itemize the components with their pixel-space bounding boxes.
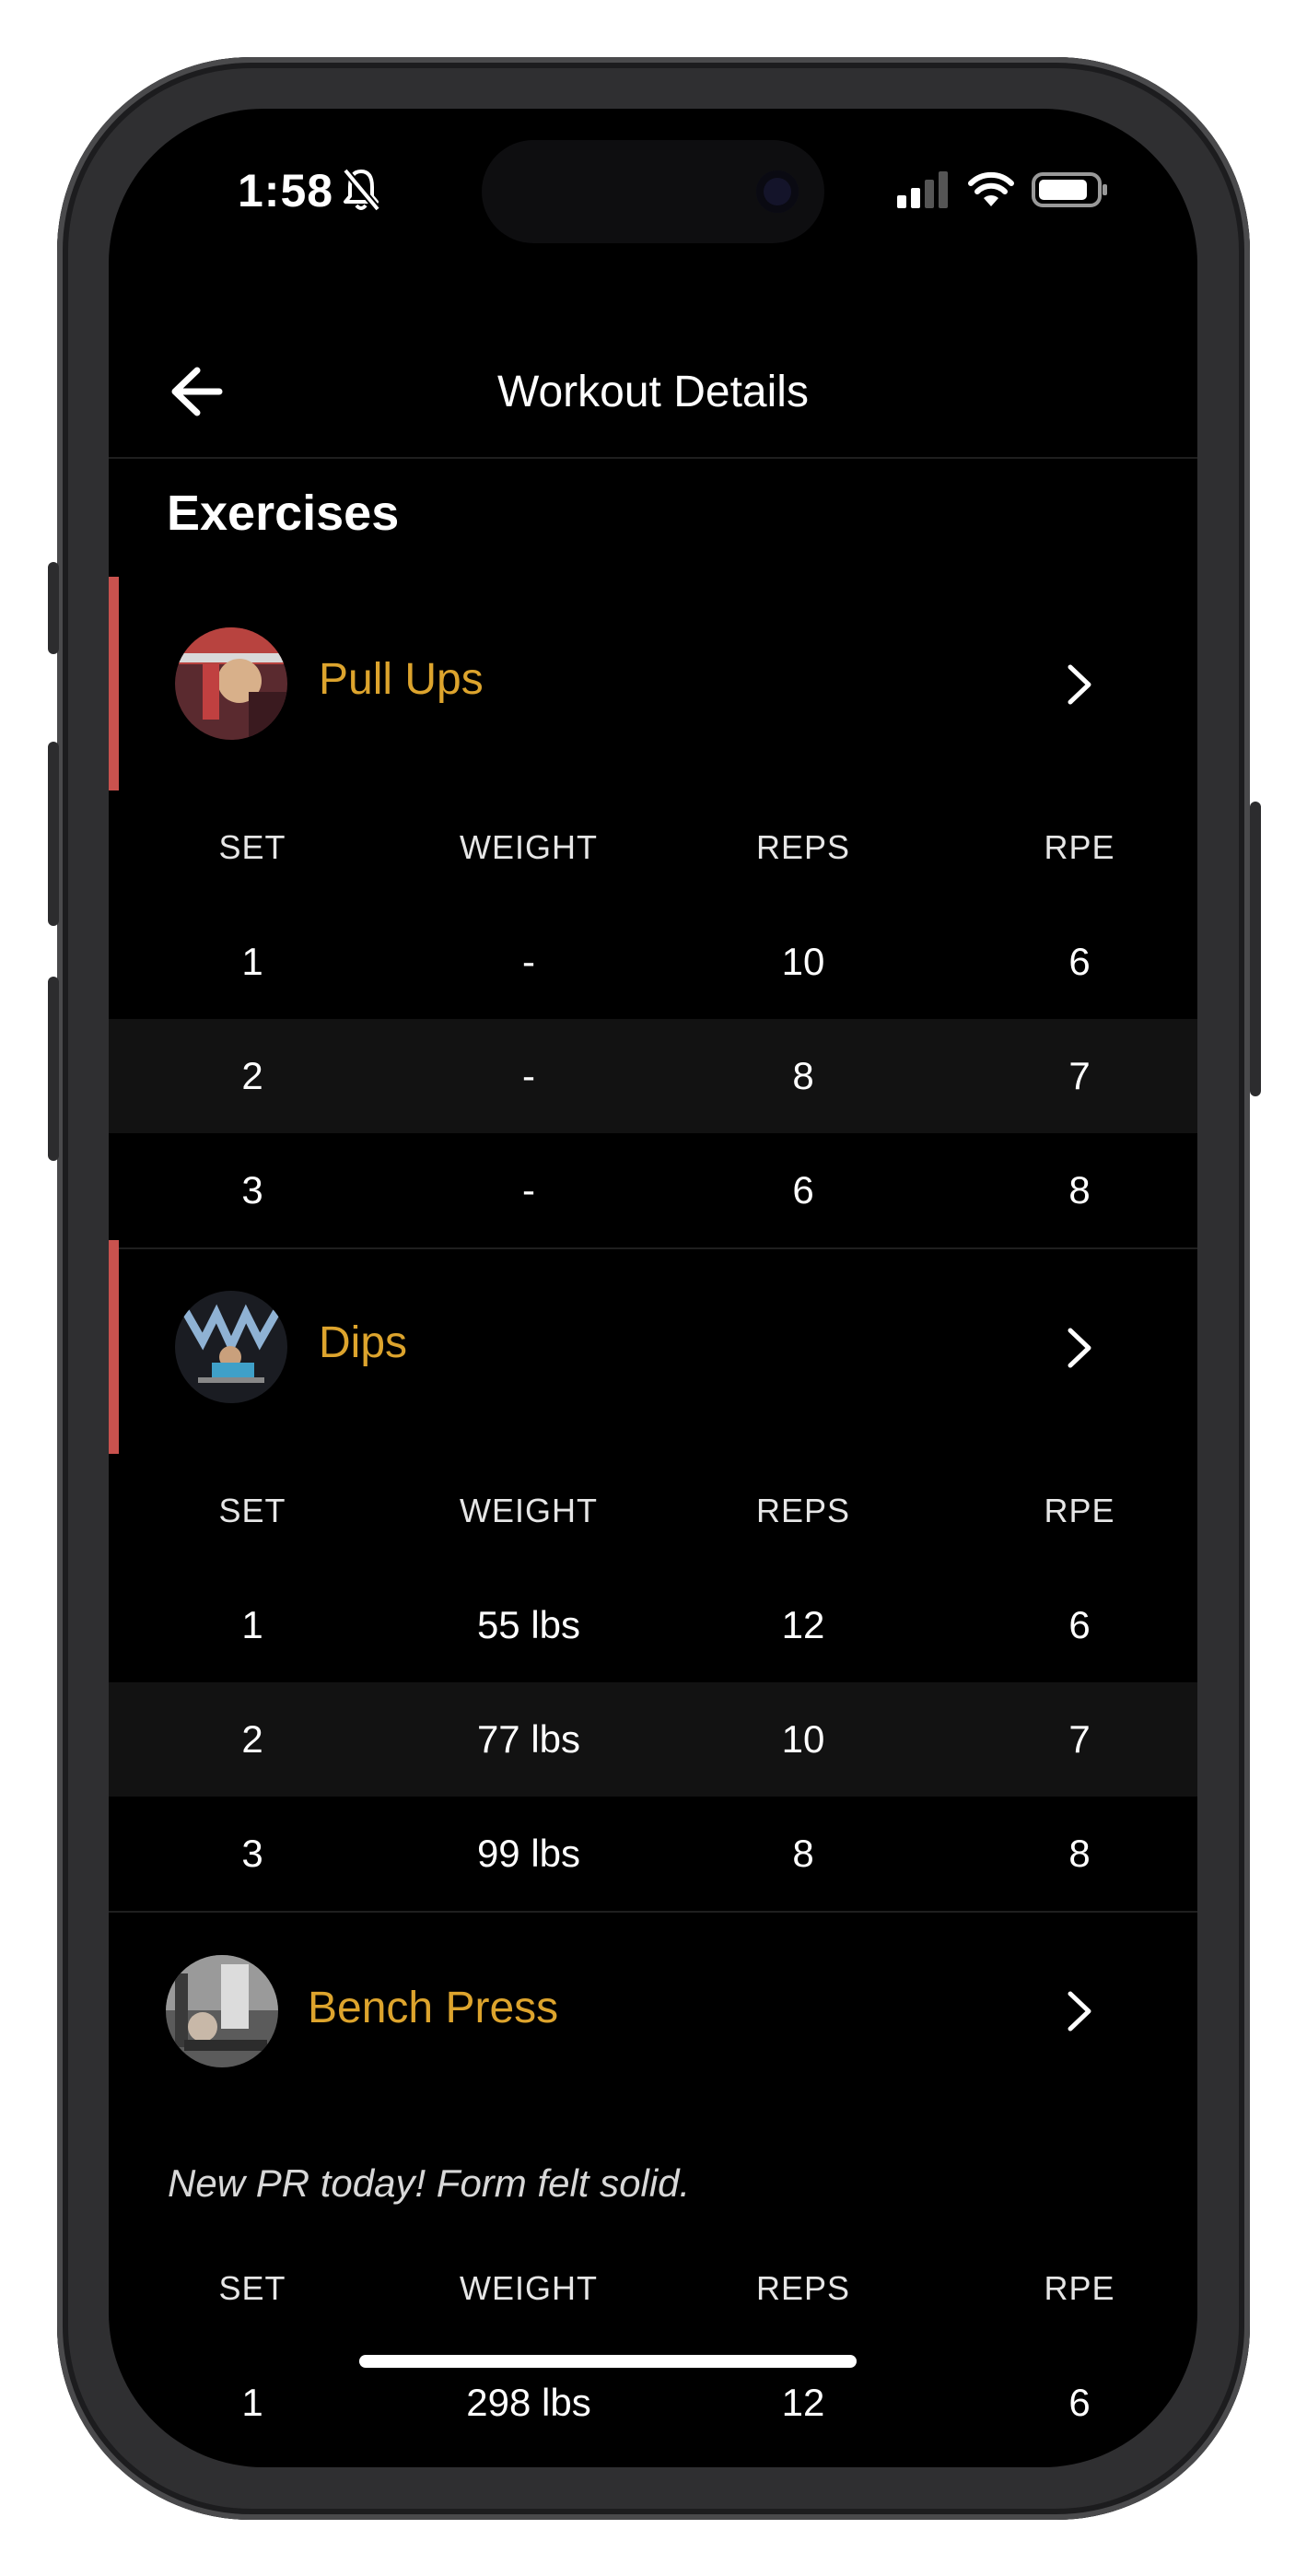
set-number: 2 (241, 1717, 263, 1761)
sets-table-header: SET WEIGHT REPS RPE (109, 790, 1197, 905)
exercise-thumbnail-image (166, 1955, 278, 2067)
chevron-right-icon (1068, 664, 1091, 705)
column-header-rpe: RPE (1044, 828, 1115, 866)
exercise-header-pull-ups[interactable]: Pull Ups (109, 577, 1197, 790)
column-header-rpe: RPE (1044, 2269, 1115, 2307)
power-button (1250, 802, 1261, 1096)
set-reps: 8 (792, 1054, 814, 1097)
column-header-rpe: RPE (1044, 1492, 1115, 1529)
exercise-thumbnail-image (175, 627, 287, 740)
column-header-reps: REPS (755, 828, 851, 866)
wifi-icon (968, 171, 1014, 206)
set-reps: 12 (781, 1603, 825, 1646)
chevron-right-icon (1068, 1328, 1091, 1368)
column-header-weight: WEIGHT (460, 1492, 598, 1529)
set-row: 3 99 lbs 8 8 (109, 1797, 1197, 1911)
set-weight: - (522, 1054, 535, 1097)
navigation-bar: Workout Details (109, 330, 1197, 459)
set-row: 1 - 10 6 (109, 905, 1197, 1019)
exercise-thumbnail-image (175, 1291, 287, 1403)
column-header-weight: WEIGHT (460, 828, 598, 866)
set-row: 3 - 6 8 (109, 1133, 1197, 1247)
exercise-accent-bar (109, 1240, 119, 1454)
exercise-card: Bench Press New PR today! Form felt soli… (109, 1922, 1197, 2460)
set-weight: 99 lbs (476, 1832, 581, 1875)
set-reps: 10 (781, 1717, 825, 1761)
set-rpe: 6 (1068, 940, 1091, 983)
exercise-name: Pull Ups (319, 655, 484, 704)
volume-down-button (48, 977, 59, 1161)
sets-table-header: SET WEIGHT REPS RPE (109, 1454, 1197, 1568)
volume-up-button (48, 742, 59, 926)
column-header-reps: REPS (755, 1492, 851, 1529)
status-time: 1:58 (238, 165, 334, 217)
divider (109, 1911, 1197, 1913)
column-header-weight: WEIGHT (460, 2269, 598, 2307)
exercise-accent-bar (109, 577, 119, 790)
exercise-card: Pull Ups SET WEIGHT REPS RPE 1 - 10 6 2 … (109, 577, 1197, 1249)
column-header-set: SET (218, 2269, 286, 2307)
set-reps: 10 (781, 940, 825, 983)
action-button (48, 562, 59, 654)
exercise-name: Dips (319, 1318, 408, 1367)
set-row: 2 - 8 7 (109, 1019, 1197, 1133)
set-number: 1 (241, 940, 263, 983)
set-weight: - (522, 1168, 535, 1212)
set-number: 3 (241, 1832, 263, 1875)
exercise-note: New PR today! Form felt solid. (168, 2161, 691, 2205)
column-header-set: SET (218, 1492, 286, 1529)
camera-icon (756, 170, 799, 213)
set-number: 2 (241, 1054, 263, 1097)
set-weight: 55 lbs (476, 1603, 581, 1646)
battery-icon (1032, 172, 1107, 207)
sets-table-header: SET WEIGHT REPS RPE (109, 2231, 1197, 2346)
section-title: Exercises (167, 486, 400, 541)
set-weight: - (522, 940, 535, 983)
set-number: 3 (241, 1168, 263, 1212)
exercise-card: Dips SET WEIGHT REPS RPE 1 55 lbs 12 6 2… (109, 1240, 1197, 1913)
set-rpe: 7 (1068, 1717, 1091, 1761)
set-row: 2 77 lbs 10 7 (109, 1682, 1197, 1797)
column-header-set: SET (218, 828, 286, 866)
set-rpe: 8 (1068, 1168, 1091, 1212)
set-rpe: 6 (1068, 1603, 1091, 1646)
set-weight: 77 lbs (476, 1717, 581, 1761)
exercise-name: Bench Press (308, 1984, 559, 2032)
home-indicator[interactable] (359, 2355, 857, 2368)
column-header-reps: REPS (755, 2269, 851, 2307)
cellular-signal-icon (897, 171, 948, 208)
set-rpe: 6 (1068, 2381, 1091, 2424)
exercise-header-bench-press[interactable]: Bench Press (109, 1922, 1197, 2136)
set-row: 1 55 lbs 12 6 (109, 1568, 1197, 1682)
page-title: Workout Details (497, 368, 809, 416)
exercise-header-dips[interactable]: Dips (109, 1240, 1197, 1454)
silent-bell-icon (342, 168, 381, 212)
set-number: 1 (241, 2381, 263, 2424)
set-reps: 6 (792, 1168, 814, 1212)
set-rpe: 7 (1068, 1054, 1091, 1097)
set-reps: 8 (792, 1832, 814, 1875)
set-number: 1 (241, 1603, 263, 1646)
phone-screen: 1:58 Workout Details Exercises Pull Ups … (109, 109, 1197, 2467)
set-rpe: 8 (1068, 1832, 1091, 1875)
status-icons (897, 171, 1109, 208)
dynamic-island (482, 140, 824, 243)
chevron-right-icon (1068, 1991, 1091, 2032)
